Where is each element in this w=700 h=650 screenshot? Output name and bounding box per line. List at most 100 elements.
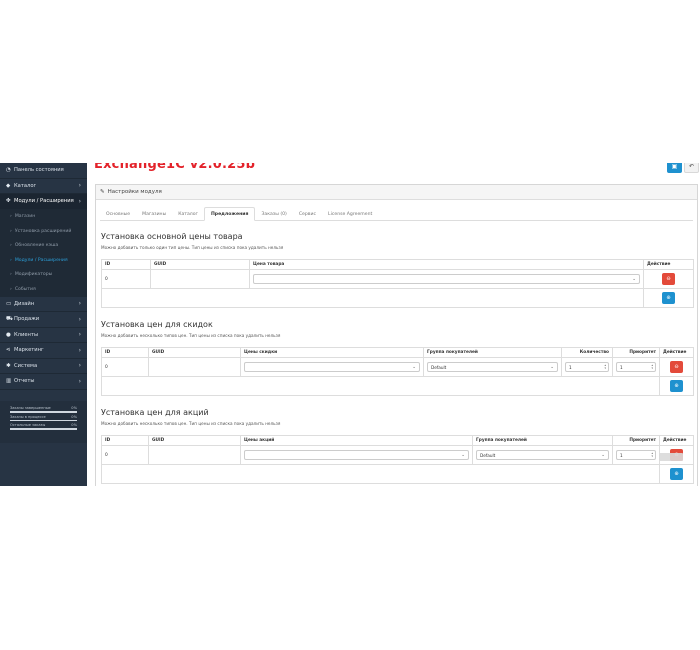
promo-price-select[interactable]: ⌄ (244, 450, 469, 460)
main-content: Exchange1C v2.0.25b ▣ ↶ ✎ Настройки моду… (87, 163, 700, 486)
section-note: Можно добавить только один тип цены. Тип… (101, 245, 284, 250)
sidebar-subitem-events[interactable]: › События (0, 282, 87, 297)
add-button[interactable]: ⊕ (662, 292, 675, 304)
cell-price: ⌄ (249, 269, 644, 289)
sidebar-item-sales[interactable]: ⛟ Продажи › (0, 312, 87, 328)
add-button[interactable]: ⊕ (670, 380, 683, 392)
reply-icon: ↶ (688, 163, 695, 170)
settings-panel: ✎ Настройки модуля Основные Магазины Кат… (95, 184, 698, 486)
tag-icon: ◆ (6, 182, 11, 189)
sidebar-subitem-modules[interactable]: › Модули / Расширения (0, 253, 87, 268)
sidebar-item-label: Продажи (14, 316, 40, 323)
sidebar-item-marketing[interactable]: ⋖ Маркетинг › (0, 343, 87, 359)
screenshot-area: ◔ Панель состояния ◆ Каталог › ✤ Модули … (0, 163, 700, 486)
chevron-right-icon: › (78, 300, 81, 308)
plus-circle-icon: ⊕ (674, 471, 679, 477)
priority-stepper[interactable]: 1 ▴ ▾ (616, 450, 656, 460)
add-button[interactable]: ⊕ (670, 468, 683, 480)
sidebar-item-dashboard[interactable]: ◔ Панель состояния (0, 163, 87, 179)
cell-guid (148, 357, 241, 377)
cell-add: ⊕ (659, 376, 694, 396)
table-header-row: ID GUID Цена товара Действие (101, 259, 694, 270)
discount-price-select[interactable]: ⌄ (244, 362, 420, 372)
sidebar-item-reports[interactable]: ▥ Отчеты › (0, 374, 87, 390)
stat-progress-fill (10, 428, 77, 430)
customer-group-select[interactable]: Default ⌄ (476, 450, 609, 460)
table-footer-row: ⊕ (101, 288, 694, 308)
sidebar-subitem-modifications[interactable]: › Модификаторы (0, 267, 87, 282)
section-note: Можно добавить несколько типов цен. Тип … (101, 333, 281, 338)
sidebar-subitem-label: Магазин (14, 214, 36, 220)
table-row: 0 ⌄ ⊖ (101, 269, 694, 289)
priority-stepper[interactable]: 1 ▴ ▾ (616, 362, 656, 372)
subitem-dot-icon: › (10, 243, 12, 249)
section-note: Можно добавить несколько типов цен. Тип … (101, 421, 281, 426)
minus-circle-icon: ⊖ (666, 276, 671, 282)
sidebar-item-customers[interactable]: ● Клиенты › (0, 328, 87, 343)
cell-quantity: 1 ▴ ▾ (561, 357, 613, 377)
stat-value: 0% (71, 414, 77, 419)
stat-progress-bar (10, 428, 77, 430)
remove-button[interactable]: ⊖ (662, 273, 675, 285)
tab-orders[interactable]: Заказы (0) (255, 207, 292, 221)
section-discount-prices: Установка цен для скидок Можно добавить … (101, 320, 280, 338)
sidebar-subitem-label: Модификаторы (14, 272, 53, 278)
save-button[interactable]: ▣ (667, 163, 682, 173)
sidebar-item-system[interactable]: ✱ Система › (0, 359, 87, 374)
col-id: ID (101, 347, 149, 358)
back-button[interactable]: ↶ (684, 163, 699, 173)
chevron-right-icon: › (78, 182, 81, 190)
chevron-right-icon: › (78, 331, 81, 339)
tooltip (659, 453, 683, 461)
col-quantity: Количество (561, 347, 613, 358)
sidebar-item-extensions[interactable]: ✤ Модули / Расширения › (0, 194, 87, 210)
save-icon: ▣ (671, 163, 678, 170)
stat-other: Остальные заказы 0% (10, 423, 77, 430)
stat-progress-bar (10, 419, 77, 421)
puzzle-icon: ✤ (6, 198, 11, 205)
tab-stores[interactable]: Магазины (136, 207, 172, 221)
col-action: Действие (659, 435, 694, 446)
sidebar-item-design[interactable]: ▭ Дизайн › (0, 297, 87, 312)
sidebar-item-label: Система (14, 362, 38, 369)
chevron-down-icon: ⌄ (412, 364, 416, 370)
cell-price: ⌄ (240, 357, 424, 377)
customer-group-select[interactable]: Default ⌄ (427, 362, 558, 372)
col-price: Цена товара (249, 259, 644, 270)
chevron-right-icon: › (78, 377, 81, 385)
stat-value: 0% (71, 406, 77, 410)
chart-icon: ▥ (6, 378, 12, 385)
sidebar-item-catalog[interactable]: ◆ Каталог › (0, 179, 87, 194)
col-group: Группа покупателей (423, 347, 562, 358)
tab-service[interactable]: Сервис (293, 207, 322, 221)
sidebar-subitem-cache[interactable]: › Обновление кэша (0, 238, 87, 253)
subitem-dot-icon: › (10, 286, 12, 292)
subitem-dot-icon: › (10, 272, 12, 278)
price-type-select[interactable]: ⌄ (253, 274, 640, 284)
sidebar-subitem-store[interactable]: › Магазин (0, 209, 87, 224)
sidebar-subitem-installer[interactable]: › Установка расширений (0, 224, 87, 239)
spinner-icon: ▴ ▾ (651, 363, 653, 370)
chevron-down-icon: ⌄ (461, 452, 465, 458)
cell-group: Default ⌄ (472, 445, 613, 465)
table-row: 0 ⌄ Default⌄ 1▴▾ ⊖ (101, 445, 694, 465)
quantity-stepper[interactable]: 1 ▴ ▾ (565, 362, 609, 372)
sidebar-item-label: Панель состояния (14, 167, 64, 174)
tab-general[interactable]: Основные (100, 207, 136, 221)
spinner-icon: ▴ ▾ (604, 363, 606, 370)
chevron-right-icon: › (78, 362, 81, 370)
tab-license[interactable]: License Agreement (322, 207, 378, 221)
remove-button[interactable]: ⊖ (670, 361, 683, 373)
col-id: ID (101, 259, 151, 270)
stat-label: Остальные заказы (10, 423, 46, 427)
cell-id: 0 (101, 445, 149, 465)
panel-heading-text: Настройки модуля (107, 189, 162, 195)
chevron-right-icon: › (78, 197, 81, 205)
sidebar: ◔ Панель состояния ◆ Каталог › ✤ Модули … (0, 163, 87, 486)
tab-catalog[interactable]: Каталог (172, 207, 204, 221)
col-action: Действие (643, 259, 694, 270)
cell-priority: 1 ▴ ▾ (612, 445, 660, 465)
tab-offers[interactable]: Предложения (203, 207, 256, 221)
base-price-table: ID GUID Цена товара Действие 0 ⌄ ⊖ ⊕ (101, 259, 694, 308)
section-title: Установка цен для акций (101, 408, 209, 417)
